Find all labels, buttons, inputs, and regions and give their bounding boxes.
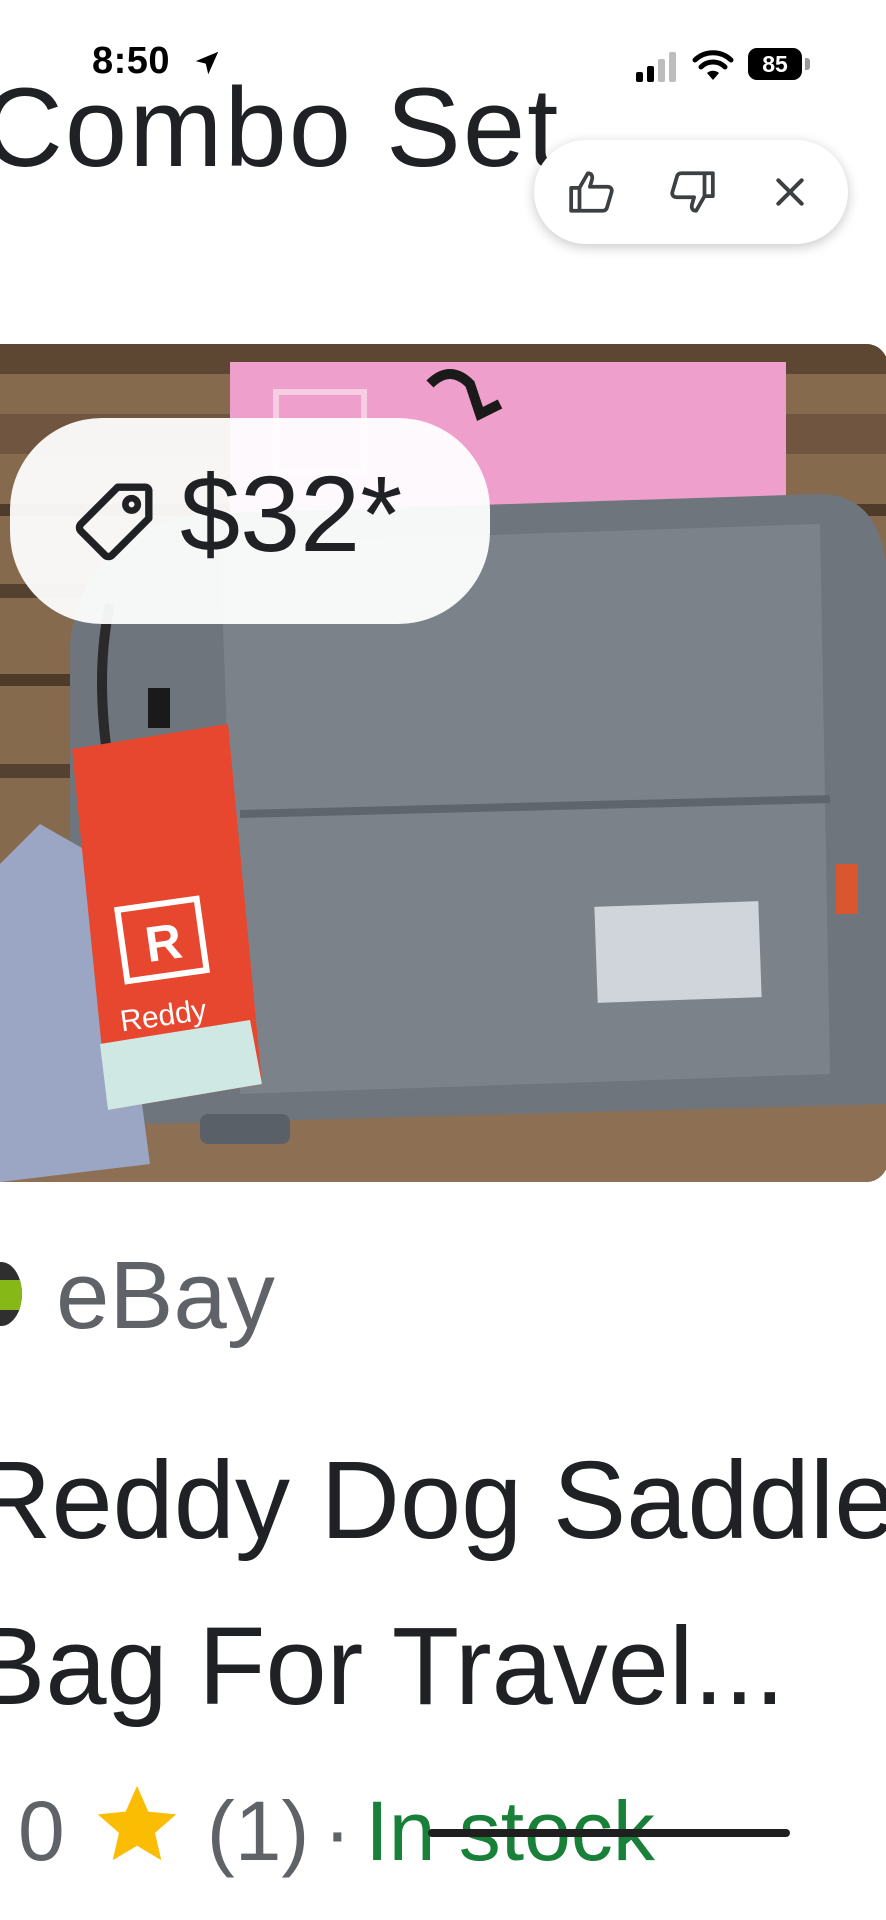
thumbs-down-button[interactable] — [664, 164, 720, 220]
dismiss-button[interactable] — [762, 164, 818, 220]
feedback-pill — [534, 140, 848, 244]
rating-count: (1) — [206, 1784, 310, 1878]
location-arrow-icon — [195, 51, 219, 75]
wifi-icon — [692, 50, 734, 80]
cellular-signal-icon — [636, 52, 676, 82]
battery-cap — [805, 58, 810, 70]
tag-logo-letter: R — [142, 913, 186, 973]
status-bar: 8:50 85 — [0, 0, 886, 130]
separator-dot: · — [323, 1784, 352, 1878]
price-badge: $32* — [10, 418, 490, 624]
product-price: $32* — [180, 453, 403, 574]
status-time: 8:50 — [92, 40, 171, 82]
product-title-line-1: Reddy Dog Saddle — [0, 1439, 886, 1562]
product-title[interactable]: Reddy Dog Saddle Bag For Travel... — [0, 1418, 886, 1750]
seller-name[interactable]: eBay — [56, 1248, 275, 1344]
home-indicator[interactable] — [428, 1829, 790, 1837]
product-title-line-2: Bag For Travel... — [0, 1605, 786, 1728]
thumbs-up-icon — [569, 171, 614, 213]
thumbs-down-icon — [670, 171, 715, 213]
star-icon — [97, 1785, 176, 1861]
thumbs-up-button[interactable] — [564, 164, 620, 220]
battery-indicator: 85 — [748, 48, 810, 80]
seller-logo — [0, 1262, 22, 1326]
price-tag-icon — [75, 483, 153, 561]
close-icon — [776, 178, 804, 206]
battery-level: 85 — [748, 48, 802, 80]
rating-value: 0 — [18, 1784, 65, 1878]
